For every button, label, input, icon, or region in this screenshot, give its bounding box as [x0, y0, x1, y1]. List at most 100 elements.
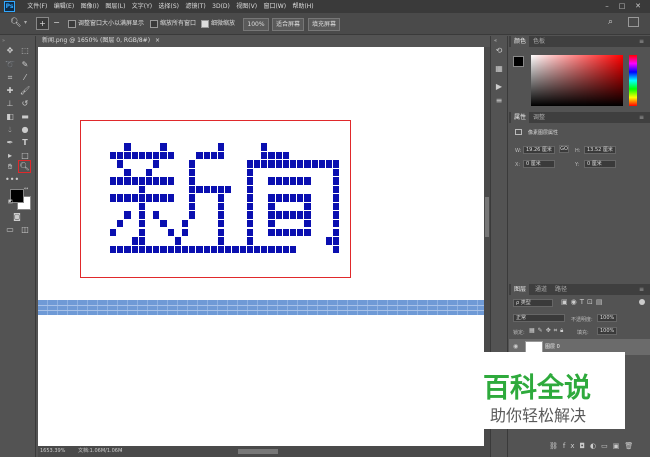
history-panel-icon[interactable]: ⟲: [494, 46, 504, 56]
crop-tool-icon[interactable]: ⌗: [5, 73, 15, 83]
menu-item[interactable]: 编辑(E): [51, 0, 78, 13]
properties-panel-icon[interactable]: ▦: [494, 64, 504, 74]
minimize-icon[interactable]: –: [600, 0, 614, 13]
watermark-box: 百科全说 助你轻松解决: [478, 352, 625, 429]
fit-screen-button[interactable]: 适合屏幕: [272, 18, 304, 31]
width-field[interactable]: 19.26 厘米: [523, 146, 555, 154]
pen-tool-icon[interactable]: ✒: [5, 138, 15, 148]
menu-item[interactable]: 视图(V): [233, 0, 260, 13]
zoom-readout[interactable]: 1653.39%: [40, 446, 65, 457]
tab-paths[interactable]: 路径: [555, 284, 567, 295]
collapse-icon[interactable]: »: [2, 38, 5, 44]
panel-menu-icon[interactable]: ≡: [639, 284, 644, 295]
tab-swatches[interactable]: 色板: [533, 36, 545, 47]
zoom-tool-icon[interactable]: 🔍︎: [10, 18, 21, 28]
filter-toggle-icon[interactable]: [639, 299, 645, 305]
eyedropper-tool-icon[interactable]: ⁄: [20, 73, 30, 83]
blend-mode-select[interactable]: 正常: [513, 314, 565, 322]
arrow-right-icon[interactable]: ›: [120, 446, 122, 457]
checkbox-checked-icon[interactable]: [201, 19, 209, 28]
pixel-cell: [117, 245, 124, 254]
fill-field[interactable]: 100%: [597, 327, 617, 335]
actions-panel-icon[interactable]: ▶: [494, 82, 504, 92]
hue-slider[interactable]: [629, 55, 637, 106]
pixel-cell: [182, 245, 189, 254]
workspace-icon[interactable]: [628, 17, 639, 27]
hand-tool-icon[interactable]: ✋︎: [5, 162, 15, 172]
filter-icons[interactable]: ▣◉T⊡▤: [561, 298, 605, 306]
quick-select-tool-icon[interactable]: ✎: [20, 60, 30, 70]
lasso-tool-icon[interactable]: ➰: [5, 60, 15, 70]
eraser-tool-icon[interactable]: ◧: [5, 112, 15, 122]
maximize-icon[interactable]: □: [615, 0, 629, 13]
adjustments-panel-icon[interactable]: ≡: [494, 96, 504, 106]
type-tool-icon[interactable]: T: [20, 138, 30, 148]
checkbox-icon[interactable]: [68, 19, 76, 28]
layer-filter-select[interactable]: ρ 类型: [513, 299, 553, 307]
tab-properties[interactable]: 属性: [511, 112, 530, 123]
pixel-cell: [290, 245, 297, 254]
menu-item[interactable]: 窗口(W): [260, 0, 289, 13]
lock-icons[interactable]: ▦✎✥⌗🔒︎: [529, 327, 566, 335]
tab-color[interactable]: 颜色: [511, 36, 530, 47]
chevron-down-icon[interactable]: ▾: [24, 19, 27, 26]
menu-item[interactable]: 选择(S): [155, 0, 182, 13]
menu-item[interactable]: 滤镜(T): [182, 0, 209, 13]
swap-colors-icon[interactable]: ↔: [24, 186, 28, 192]
y-field[interactable]: 0 厘米: [584, 160, 616, 168]
healing-brush-icon[interactable]: ✚: [5, 86, 15, 96]
screen-mode-icon[interactable]: ▭: [5, 225, 15, 235]
layer-name[interactable]: 图层 0: [545, 343, 560, 350]
menu-item[interactable]: 帮助(H): [289, 0, 317, 13]
menu-item[interactable]: 图像(I): [77, 0, 102, 13]
menu-item[interactable]: 文件(F): [24, 0, 51, 13]
path-select-icon[interactable]: ▸: [5, 151, 15, 161]
gradient-tool-icon[interactable]: ▬: [20, 112, 30, 122]
history-brush-icon[interactable]: ↺: [20, 99, 30, 109]
opacity-field[interactable]: 100%: [597, 314, 617, 322]
menu-item[interactable]: 图层(L): [102, 0, 128, 13]
tab-adjustments[interactable]: 调整: [533, 112, 545, 123]
document-tab[interactable]: 新闻.png @ 1650% (图层 0, RGB/8#) ×: [38, 35, 160, 47]
zoom-level-button[interactable]: 100%: [243, 18, 269, 31]
zoom-all-checkbox[interactable]: 缩放所有窗口: [150, 18, 196, 30]
panel-menu-icon[interactable]: ≡: [639, 36, 644, 47]
panel-menu-icon[interactable]: ≡: [639, 112, 644, 123]
color-field[interactable]: [531, 55, 623, 106]
close-tab-icon[interactable]: ×: [155, 37, 160, 44]
quick-mask-icon[interactable]: ◙: [12, 212, 22, 222]
layer-actions[interactable]: ⛓fx◘◐▭▣🗑︎: [549, 442, 638, 450]
search-icon[interactable]: ⌕: [608, 17, 613, 27]
default-colors-icon[interactable]: ◩: [8, 199, 13, 205]
brush-tool-icon[interactable]: 🖌︎: [20, 86, 30, 96]
more-tools-icon[interactable]: •••: [5, 175, 19, 185]
foreground-swatch[interactable]: [513, 56, 524, 67]
height-field[interactable]: 13.52 厘米: [584, 146, 616, 154]
blur-tool-icon[interactable]: 💧︎: [5, 125, 15, 135]
tab-channels[interactable]: 通道: [535, 284, 547, 295]
link-dimensions-icon[interactable]: GO: [559, 145, 569, 153]
artboard-icon[interactable]: ◫: [20, 225, 30, 235]
y-label: Y:: [575, 162, 580, 168]
fill-screen-button[interactable]: 填充屏幕: [308, 18, 340, 31]
move-tool-icon[interactable]: ✥: [5, 46, 15, 56]
checkbox-icon[interactable]: [150, 19, 158, 28]
stamp-tool-icon[interactable]: ⊥: [5, 99, 15, 109]
zoom-in-icon[interactable]: +: [36, 17, 49, 30]
dodge-tool-icon[interactable]: ●: [20, 125, 30, 135]
collapse-icon[interactable]: «: [494, 38, 497, 44]
marquee-tool-icon[interactable]: ⬚: [20, 46, 30, 56]
zoom-tool-selected-icon[interactable]: 🔍︎: [18, 160, 31, 173]
menu-item[interactable]: 3D(D): [209, 0, 233, 13]
eye-icon[interactable]: ◉: [513, 343, 518, 350]
menu-item[interactable]: 文字(Y): [129, 0, 156, 13]
resize-windows-checkbox[interactable]: 调整窗口大小以满屏显示: [68, 18, 144, 30]
x-field[interactable]: 0 厘米: [523, 160, 555, 168]
close-icon[interactable]: ✕: [631, 0, 645, 13]
document-canvas[interactable]: [38, 47, 484, 446]
zoom-out-icon[interactable]: −: [51, 17, 62, 28]
scrubby-zoom-checkbox[interactable]: 细微缩放: [201, 18, 235, 30]
horizontal-scroll-thumb[interactable]: [238, 449, 278, 454]
scroll-thumb[interactable]: [485, 197, 489, 237]
tab-layers[interactable]: 图层: [511, 284, 530, 295]
